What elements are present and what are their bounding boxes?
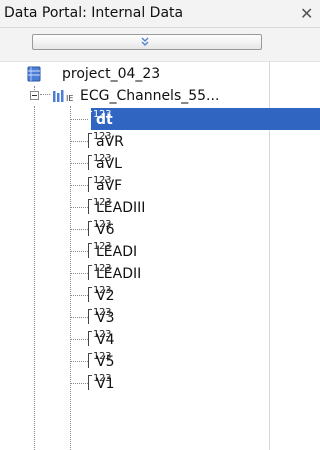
tree-line — [70, 295, 88, 296]
channel-label: V6 — [96, 222, 115, 238]
channel-label: V1 — [96, 376, 115, 392]
svg-text:IE: IE — [66, 94, 73, 103]
tree-line — [70, 207, 88, 208]
channel-label: V3 — [96, 310, 115, 326]
channel-label: LEADIII — [96, 200, 146, 216]
tree-item-channel[interactable]: 123 V1 — [0, 372, 269, 394]
tree-item-channel[interactable]: 123 LEADIII — [0, 196, 269, 218]
data-portal-panel: Data Portal: Internal Data ✕ project_04_… — [0, 0, 320, 450]
collapse-toggle-button[interactable] — [32, 34, 262, 50]
tree-item-channel[interactable]: 123 dt — [0, 108, 320, 130]
double-chevron-down-icon — [141, 37, 149, 46]
tree-item-channel[interactable]: 123 aVF — [0, 174, 269, 196]
tree-line — [70, 119, 88, 120]
tree-item-channel[interactable]: 123 LEADII — [0, 262, 269, 284]
tree-line — [70, 163, 88, 164]
tree-item-channel[interactable]: 123 V4 — [0, 328, 269, 350]
channel-label: LEADII — [96, 266, 142, 282]
channel-label: V4 — [96, 332, 115, 348]
tree-line — [70, 383, 88, 384]
selection-highlight — [91, 108, 320, 130]
panel-toolbar — [0, 28, 320, 62]
channel-label: LEADI — [96, 244, 138, 260]
tree-item-channel[interactable]: 123 V2 — [0, 284, 269, 306]
tree-item-project[interactable]: project_04_23 — [0, 64, 269, 86]
channel-label: aVF — [96, 178, 123, 194]
panel-title: Data Portal: Internal Data — [4, 5, 184, 21]
channel-label: V5 — [96, 354, 115, 370]
tree-item-channel[interactable]: 123 aVR — [0, 130, 269, 152]
tree-item-group[interactable]: IE ECG_Channels_55... — [0, 86, 269, 108]
tree-item-channel[interactable]: 123 LEADI — [0, 240, 269, 262]
tree-line — [70, 141, 88, 142]
tree-line — [70, 339, 88, 340]
group-label: ECG_Channels_55... — [80, 88, 220, 104]
tree-item-channel[interactable]: 123 V3 — [0, 306, 269, 328]
tree-line — [70, 273, 88, 274]
tree-item-channel[interactable]: 123 V6 — [0, 218, 269, 240]
collapse-group-toggle[interactable] — [30, 91, 39, 100]
channel-group-icon: IE — [53, 90, 73, 103]
tree-line — [70, 361, 88, 362]
tree-line — [70, 317, 88, 318]
database-icon — [27, 66, 41, 82]
tree-view: project_04_23 IE ECG_Channels_55... 123 … — [0, 62, 320, 450]
tree-item-channel[interactable]: 123 aVL — [0, 152, 269, 174]
channel-label: dt — [96, 112, 113, 128]
close-button[interactable]: ✕ — [300, 3, 320, 25]
panel-titlebar: Data Portal: Internal Data ✕ — [0, 0, 320, 28]
tree-item-channel[interactable]: 123 V5 — [0, 350, 269, 372]
channel-label: V2 — [96, 288, 115, 304]
channel-label: aVR — [96, 134, 124, 150]
channel-label: aVL — [96, 156, 122, 172]
tree-line — [70, 229, 88, 230]
project-label: project_04_23 — [62, 66, 161, 82]
tree-line — [70, 185, 88, 186]
tree-line — [70, 251, 88, 252]
